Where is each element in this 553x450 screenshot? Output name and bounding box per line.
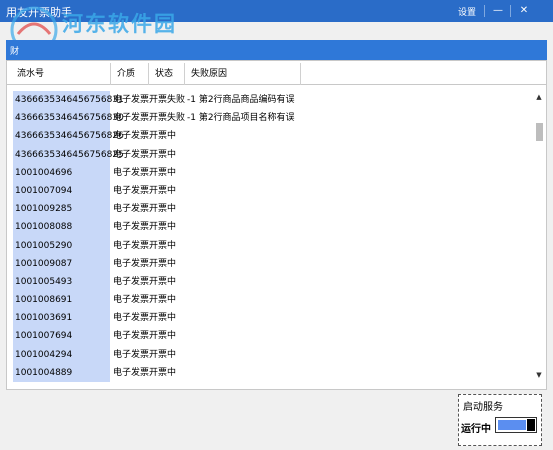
status-cell: 开票中 bbox=[149, 349, 177, 360]
reason-cell: -1 第2行商品商品编码有误 bbox=[187, 95, 295, 105]
serial-cell: 1001008088 bbox=[13, 218, 110, 237]
serial-cell: 4366635346456756826 bbox=[13, 127, 124, 146]
window-title: 用友开票助手 bbox=[6, 6, 72, 19]
column-header-status[interactable]: 状态 bbox=[149, 63, 185, 85]
table-row[interactable]: 4366635346456756825 电子发票 开票中 bbox=[7, 145, 532, 164]
toggle-fill bbox=[498, 420, 526, 430]
serial-cell: 4366635346456756830 bbox=[13, 109, 124, 128]
status-cell: 开票中 bbox=[149, 295, 177, 306]
media-cell: 电子发票 bbox=[113, 131, 150, 142]
toggle-knob[interactable] bbox=[527, 419, 535, 431]
media-cell: 电子发票 bbox=[113, 295, 150, 306]
panel-header: 财 bbox=[6, 40, 547, 60]
status-cell: 开票中 bbox=[149, 258, 177, 269]
title-bar: 用友开票助手 设置 — ✕ bbox=[0, 0, 553, 22]
table-row[interactable]: 1001004696 电子发票 开票中 bbox=[7, 163, 532, 182]
table-header: 流水号 介质 状态 失败原因 bbox=[7, 63, 546, 85]
column-header-reason[interactable]: 失败原因 bbox=[185, 63, 301, 85]
serial-cell: 1001004889 bbox=[13, 363, 110, 382]
media-cell: 电子发票 bbox=[113, 276, 150, 287]
table-row[interactable]: 1001004889 电子发票 开票中 bbox=[7, 363, 532, 382]
settings-button[interactable]: 设置 bbox=[458, 5, 476, 18]
status-cell: 开票中 bbox=[149, 149, 177, 160]
serial-cell: 1001009285 bbox=[13, 200, 110, 219]
vertical-scrollbar[interactable]: ▲ ▼ bbox=[532, 91, 546, 389]
media-cell: 电子发票 bbox=[113, 367, 150, 378]
media-cell: 电子发票 bbox=[113, 313, 150, 324]
media-cell: 电子发票 bbox=[113, 331, 150, 342]
serial-cell: 1001007094 bbox=[13, 181, 110, 201]
divider bbox=[510, 5, 511, 17]
status-cell: 开票失败 bbox=[149, 113, 186, 124]
close-button[interactable]: ✕ bbox=[514, 2, 534, 20]
table-row[interactable]: 1001007694 电子发票 开票中 bbox=[7, 327, 532, 346]
media-cell: 电子发票 bbox=[113, 95, 150, 105]
media-cell: 电子发票 bbox=[113, 222, 150, 233]
serial-cell: 1001004294 bbox=[13, 345, 110, 364]
scroll-down-icon[interactable]: ▼ bbox=[532, 371, 546, 383]
status-cell: 开票中 bbox=[149, 367, 177, 378]
serial-cell: 1001008691 bbox=[13, 291, 110, 310]
media-cell: 电子发票 bbox=[113, 167, 150, 178]
status-cell: 开票中 bbox=[149, 240, 177, 251]
table-row[interactable]: 1001008088 电子发票 开票中 bbox=[7, 218, 532, 237]
serial-cell: 1001005290 bbox=[13, 236, 110, 255]
media-cell: 电子发票 bbox=[113, 113, 150, 124]
running-status-label: 运行中 bbox=[461, 424, 491, 435]
table-row[interactable]: 4366635346456756830 电子发票 开票失败 -1 第2行商品项目名称有… bbox=[7, 109, 532, 128]
panel-tag: 财 bbox=[10, 47, 20, 57]
table-row[interactable]: 1001009285 电子发票 开票中 bbox=[7, 200, 532, 219]
serial-cell: 1001007694 bbox=[13, 327, 110, 346]
status-cell: 开票中 bbox=[149, 185, 177, 196]
service-toggle[interactable] bbox=[495, 417, 537, 433]
table-row[interactable]: 1001005493 电子发票 开票中 bbox=[7, 272, 532, 292]
table-row[interactable]: 1001004294 电子发票 开票中 bbox=[7, 345, 532, 364]
status-cell: 开票中 bbox=[149, 131, 177, 142]
status-cell: 开票中 bbox=[149, 204, 177, 215]
media-cell: 电子发票 bbox=[113, 204, 150, 215]
media-cell: 电子发票 bbox=[113, 349, 150, 360]
service-panel: 启动服务 运行中 bbox=[458, 394, 542, 446]
media-cell: 电子发票 bbox=[113, 149, 150, 160]
serial-cell: 1001009087 bbox=[13, 254, 110, 273]
table-body: 4366635346456756831 电子发票 开票失败 -1 第2行商品商品编码有… bbox=[7, 91, 532, 391]
media-cell: 电子发票 bbox=[113, 240, 150, 251]
table-row[interactable]: 1001005290 电子发票 开票中 bbox=[7, 236, 532, 255]
status-cell: 开票中 bbox=[149, 167, 177, 178]
column-header-serial[interactable]: 流水号 bbox=[11, 63, 111, 85]
serial-cell: 1001005493 bbox=[13, 272, 110, 292]
status-cell: 开票中 bbox=[149, 331, 177, 342]
status-cell: 开票中 bbox=[149, 222, 177, 233]
status-cell: 开票失败 bbox=[149, 95, 186, 105]
divider bbox=[484, 5, 485, 17]
media-cell: 电子发票 bbox=[113, 258, 150, 269]
scrollbar-thumb[interactable] bbox=[536, 123, 543, 141]
table-row[interactable]: 1001009087 电子发票 开票中 bbox=[7, 254, 532, 273]
reason-cell: -1 第2行商品项目名称有误 bbox=[187, 113, 295, 124]
media-cell: 电子发票 bbox=[113, 185, 150, 196]
scroll-up-icon[interactable]: ▲ bbox=[532, 93, 546, 105]
table-row[interactable]: 4366635346456756826 电子发票 开票中 bbox=[7, 127, 532, 146]
status-cell: 开票中 bbox=[149, 276, 177, 287]
table-row[interactable]: 1001007094 电子发票 开票中 bbox=[7, 181, 532, 201]
column-header-media[interactable]: 介质 bbox=[111, 63, 149, 85]
invoice-table: 流水号 介质 状态 失败原因 4366635346456756831 电子发票 开票… bbox=[6, 60, 547, 390]
table-row[interactable]: 1001003691 电子发票 开票中 bbox=[7, 309, 532, 328]
table-row[interactable]: 4366635346456756831 电子发票 开票失败 -1 第2行商品商品编码有… bbox=[7, 91, 532, 110]
serial-cell: 4366635346456756825 bbox=[13, 145, 124, 164]
serial-cell: 4366635346456756831 bbox=[13, 91, 124, 110]
minimize-button[interactable]: — bbox=[488, 2, 508, 20]
table-row[interactable]: 1001008691 电子发票 开票中 bbox=[7, 291, 532, 310]
start-service-button[interactable]: 启动服务 bbox=[463, 398, 503, 413]
status-cell: 开票中 bbox=[149, 313, 177, 324]
serial-cell: 1001004696 bbox=[13, 163, 110, 182]
serial-cell: 1001003691 bbox=[13, 309, 110, 328]
